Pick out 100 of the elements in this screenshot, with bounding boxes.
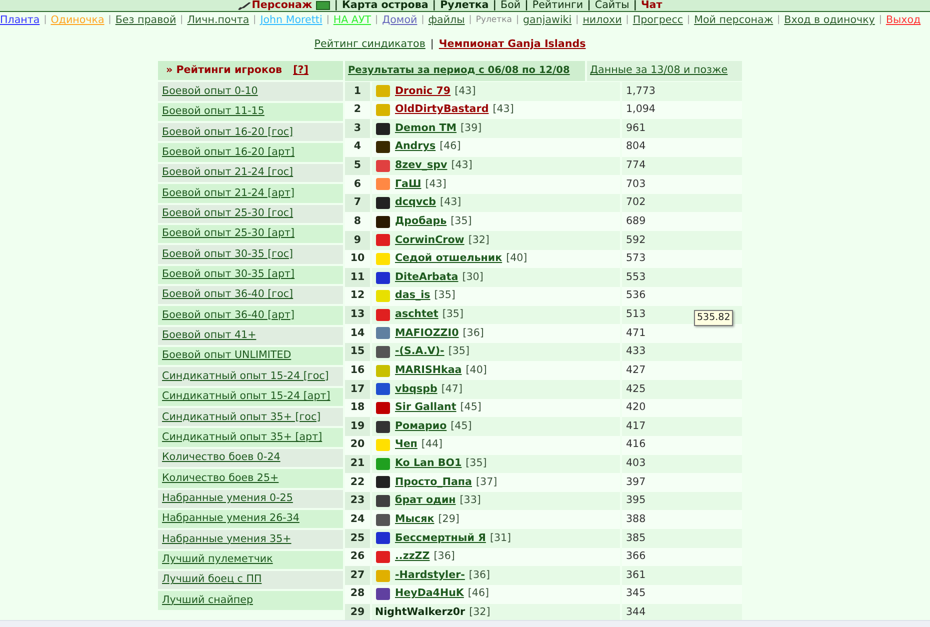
nav-link[interactable]: Выход xyxy=(886,14,921,27)
player-name-link[interactable]: -Hardstyler- xyxy=(395,568,465,584)
category-link[interactable]: Боевой опыт 25-30 [гос] xyxy=(162,206,294,222)
top-nav-link[interactable]: Персонаж xyxy=(252,0,312,11)
score-cell: 361 xyxy=(622,566,742,585)
player-name-link[interactable]: DiteArbata xyxy=(395,270,458,286)
top-nav-link[interactable]: Рулетка xyxy=(440,0,489,11)
nav-link[interactable]: Личн.почта xyxy=(187,14,250,27)
player-name-link[interactable]: HeyDa4HuK xyxy=(395,586,464,602)
nav-separator: | xyxy=(878,14,882,27)
nav-separator: | xyxy=(633,0,637,11)
player-name-link[interactable]: ГаШ xyxy=(395,176,422,192)
top-nav-link[interactable]: Рейтинги xyxy=(532,0,584,11)
nav-link[interactable]: Вход в одиночку xyxy=(784,14,875,27)
rank-cell: 13 xyxy=(345,306,370,324)
player-name-link[interactable]: -(S.A.V)- xyxy=(395,344,444,360)
category-link[interactable]: Лучший пулеметчик xyxy=(162,552,273,568)
category-link[interactable]: Боевой опыт 21-24 [гос] xyxy=(162,165,294,181)
category-link[interactable]: Лучший боец с ПП xyxy=(162,572,262,588)
player-name-link[interactable]: ..zzZZ xyxy=(395,549,430,565)
score-cell: 702 xyxy=(622,194,742,212)
player-level: [30] xyxy=(462,270,484,285)
period-link[interactable]: Результаты за период с 06/08 по 12/08 xyxy=(348,64,570,78)
player-level: [46] xyxy=(468,586,490,602)
rank-cell: 2 xyxy=(345,100,370,120)
player-name-link[interactable]: Дробарь xyxy=(395,214,447,230)
top-nav-link[interactable]: Чат xyxy=(640,0,662,11)
category-link[interactable]: Боевой опыт 16-20 [гос] xyxy=(162,124,294,140)
nav-link[interactable]: Домой xyxy=(382,14,418,27)
player-name-link[interactable]: Dronic 79 xyxy=(395,84,451,100)
player-name-link[interactable]: aschtet xyxy=(395,307,438,323)
nav-link[interactable]: ganjawiki xyxy=(522,14,572,27)
category-link[interactable]: Боевой опыт 21-24 [арт] xyxy=(162,186,295,202)
nav-link[interactable]: Прогресс xyxy=(632,14,684,27)
player-name-link[interactable]: Ромарио xyxy=(395,418,447,434)
player-name-link[interactable]: dcqvcb xyxy=(395,195,436,211)
nav-link[interactable]: файлы xyxy=(428,14,465,27)
score-cell: 403 xyxy=(622,454,742,474)
player-name-link[interactable]: MAFIOZZI0 xyxy=(395,326,459,342)
player-name-link[interactable]: Ko Lan BO1 xyxy=(395,456,462,472)
category-link[interactable]: Лучший снайпер xyxy=(162,592,253,608)
player-name-link[interactable]: 8zev_spv xyxy=(395,158,448,174)
horizontal-scrollbar[interactable] xyxy=(0,620,930,627)
category-link[interactable]: Набранные умения 0-25 xyxy=(162,491,293,506)
player-level: [44] xyxy=(421,437,443,452)
category-link[interactable]: Боевой опыт UNLIMITED xyxy=(162,348,292,364)
category-link[interactable]: Боевой опыт 36-40 [арт] xyxy=(162,308,295,324)
rank-cell: 23 xyxy=(345,492,370,510)
category-link[interactable]: Боевой опыт 41+ xyxy=(162,328,256,344)
rank-cell: 10 xyxy=(345,250,370,268)
top-nav-link[interactable]: Сайты xyxy=(594,0,630,11)
period-link[interactable]: Данные за 13/08 и позже xyxy=(590,63,728,79)
category-link[interactable]: Количество боев 0-24 xyxy=(162,450,280,466)
score-cell: 804 xyxy=(622,138,742,156)
player-name: NightWalkerz0r xyxy=(375,605,466,620)
player-name-link[interactable]: Andrys xyxy=(395,139,436,155)
category-link[interactable]: Набранные умения 35+ xyxy=(162,532,292,548)
score-cell: 416 xyxy=(622,436,742,454)
nav-link[interactable]: Планта xyxy=(0,14,40,27)
score-cell: 433 xyxy=(622,342,742,362)
category-link[interactable]: Синдикатный опыт 35+ [арт] xyxy=(162,430,322,446)
player-name-link[interactable]: Седой отшельник xyxy=(395,251,502,267)
category-link[interactable]: Боевой опыт 11-15 xyxy=(162,104,264,120)
category-link[interactable]: Боевой опыт 25-30 [арт] xyxy=(162,226,295,242)
player-name-link[interactable]: Мысяк xyxy=(395,512,434,528)
player-name-link[interactable]: das_is xyxy=(395,288,430,304)
score-cell: 1,773 xyxy=(622,82,742,101)
rank-cell: 26 xyxy=(345,548,370,566)
category-link[interactable]: Количество боев 25+ xyxy=(162,470,279,486)
category-link[interactable]: Набранные умения 26-34 xyxy=(162,511,300,527)
nav-separator: | xyxy=(587,0,591,11)
player-name-link[interactable]: OldDirtyBastard xyxy=(395,102,489,118)
player-name-link[interactable]: MARISHkaa xyxy=(395,362,462,378)
rating-link[interactable]: Чемпионат Ganja Islands xyxy=(438,38,586,51)
player-name-link[interactable]: брат один xyxy=(395,493,456,509)
help-link[interactable]: [?] xyxy=(293,62,308,78)
category-link[interactable]: Боевой опыт 0-10 xyxy=(162,84,258,100)
category-link[interactable]: Боевой опыт 30-35 [арт] xyxy=(162,267,295,282)
category-link[interactable]: Боевой опыт 36-40 [гос] xyxy=(162,287,294,303)
category-link[interactable]: Синдикатный опыт 35+ [гос] xyxy=(162,410,321,425)
player-name-link[interactable]: Просто_Папа xyxy=(395,474,472,490)
category-link[interactable]: Боевой опыт 16-20 [арт] xyxy=(162,144,295,160)
rating-link[interactable]: Рейтинг синдикатов xyxy=(314,38,426,51)
player-name-link[interactable]: Sir Gallant xyxy=(395,400,456,416)
category-link[interactable]: Синдикатный опыт 15-24 [арт] xyxy=(162,389,330,405)
player-name-link[interactable]: Demon TM xyxy=(395,120,457,136)
nav-separator: | xyxy=(108,14,112,27)
top-nav-link[interactable]: Карта острова xyxy=(342,0,428,11)
player-level: [35] xyxy=(450,214,472,229)
top-nav-link[interactable]: Бой xyxy=(500,0,521,11)
nav-link[interactable]: Мой персонаж xyxy=(694,14,774,27)
player-name-link[interactable]: CorwinCrow xyxy=(395,232,464,248)
nav-link[interactable]: Без правой xyxy=(115,14,176,27)
category-link[interactable]: Синдикатный опыт 15-24 [гос] xyxy=(162,368,329,384)
player-name-link[interactable]: vbqspb xyxy=(395,382,438,398)
player-level: [35] xyxy=(434,288,456,304)
player-name-link[interactable]: Бессмертный Я xyxy=(395,530,486,546)
player-name-link[interactable]: Чеп xyxy=(395,437,418,453)
category-link[interactable]: Боевой опыт 30-35 [гос] xyxy=(162,246,294,262)
nav-link[interactable]: нилохи xyxy=(582,14,622,27)
